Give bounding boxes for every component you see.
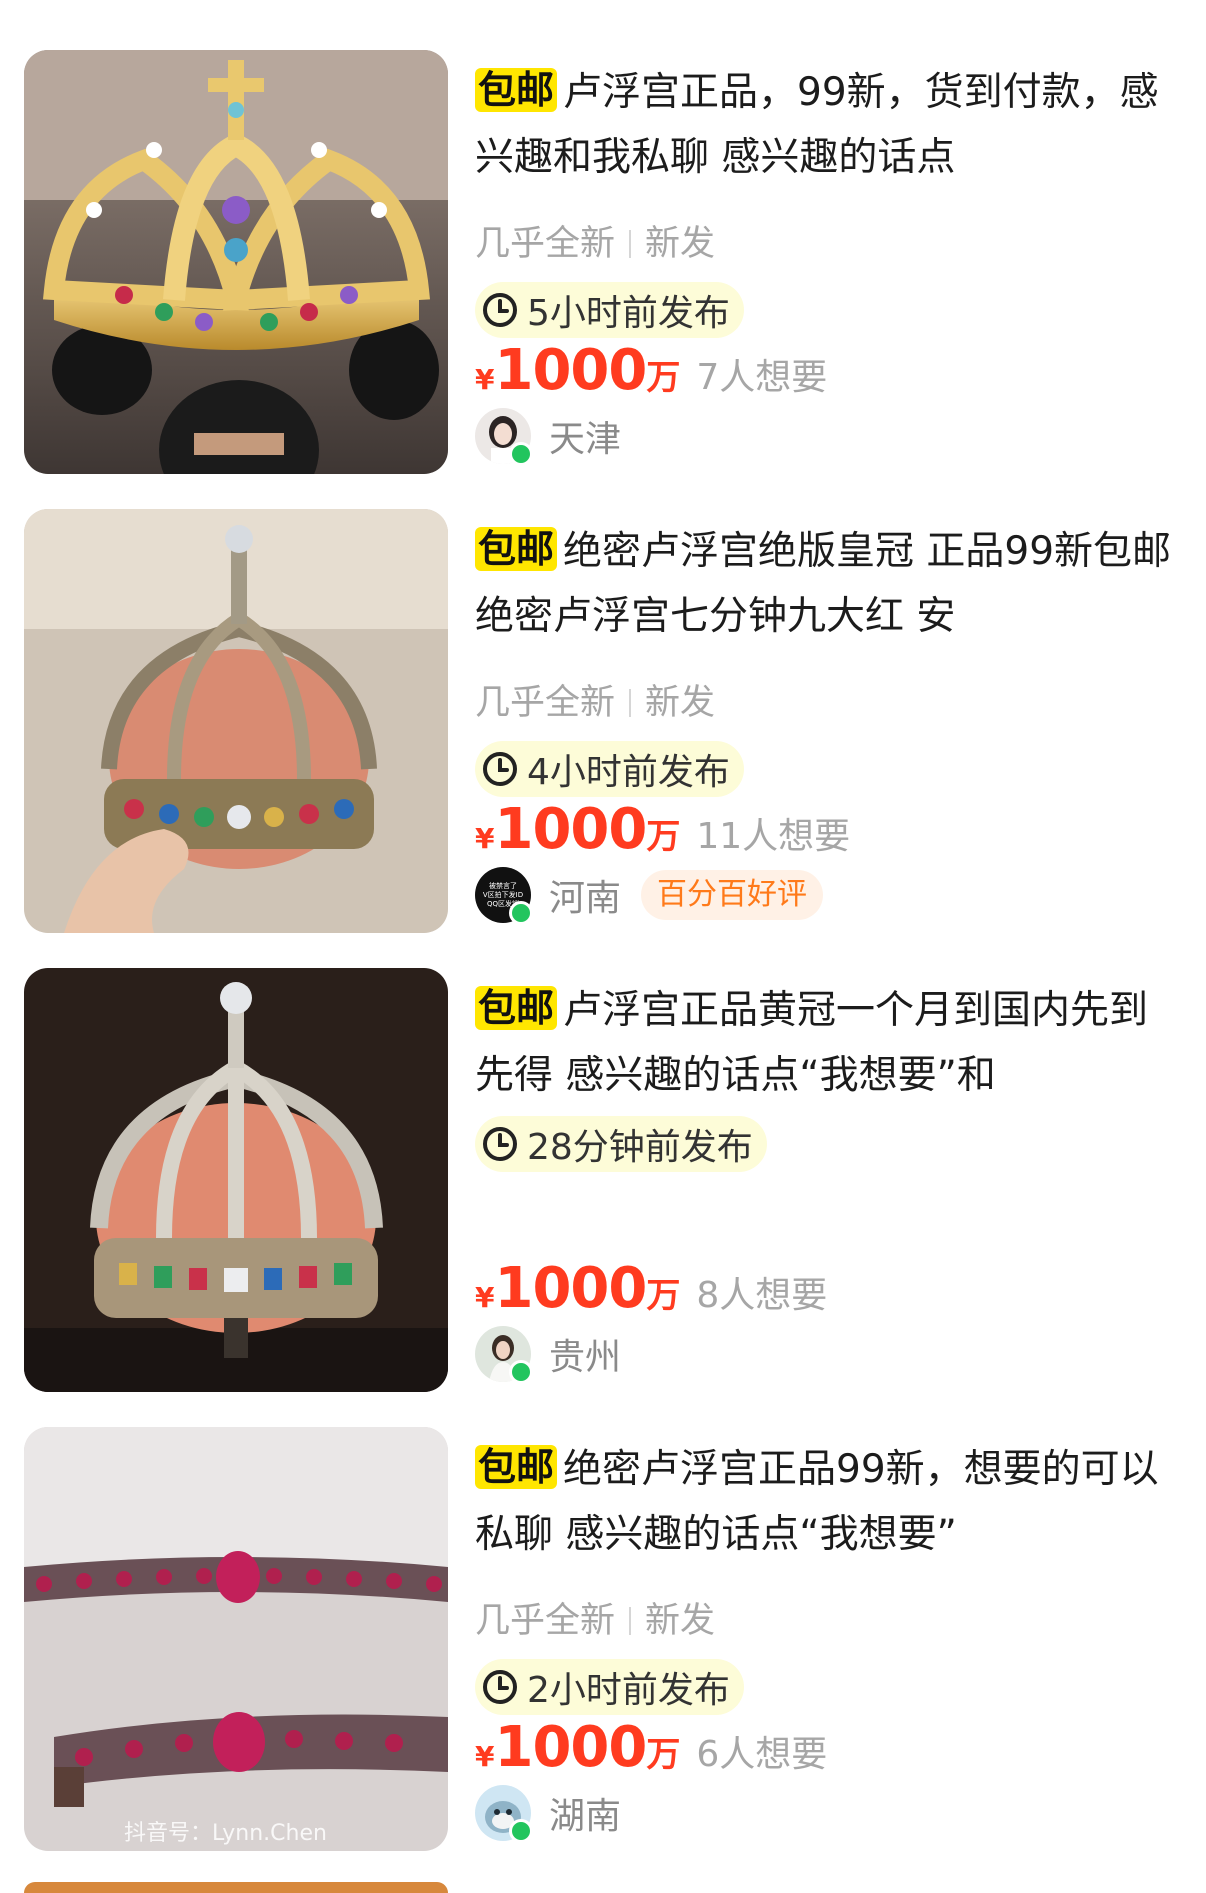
online-status-dot bbox=[509, 901, 533, 925]
posted-time-pill: 28分钟前发布 bbox=[475, 1116, 767, 1172]
online-status-dot bbox=[509, 1360, 533, 1384]
free-shipping-badge: 包邮 bbox=[475, 68, 558, 112]
want-count: 8人想要 bbox=[696, 1275, 828, 1316]
price-value: 1000 bbox=[494, 338, 647, 403]
online-status-dot bbox=[509, 1819, 533, 1843]
tag-divider bbox=[629, 689, 632, 717]
currency-symbol: ¥ bbox=[475, 1281, 495, 1314]
posted-time: 4小时前发布 bbox=[527, 752, 730, 793]
listing-image-crown-display[interactable] bbox=[24, 968, 448, 1392]
free-shipping-badge: 包邮 bbox=[475, 1445, 558, 1489]
seller-info[interactable]: 贵州 bbox=[475, 1326, 622, 1384]
listing-title-text: 卢浮宫正品黄冠一个月到国内先到先得 感兴趣的话点“我想要”和 bbox=[475, 988, 1149, 1098]
posted-time: 2小时前发布 bbox=[527, 1670, 730, 1711]
avatar[interactable]: 被禁言了 V区拍下发ID QQ区发销 bbox=[475, 867, 533, 925]
listing-title[interactable]: 包邮 卢浮宫正品，99新，货到付款，感兴趣和我私聊 感兴趣的话点 bbox=[475, 60, 1175, 190]
posted-time-pill: 2小时前发布 bbox=[475, 1659, 744, 1715]
listing-title-text: 绝密卢浮宫绝版皇冠 正品99新包邮 绝密卢浮宫七分钟九大红 安 bbox=[475, 529, 1172, 639]
shipping-tag: 新发 bbox=[645, 224, 716, 264]
want-count: 6人想要 bbox=[696, 1734, 828, 1775]
currency-symbol: ¥ bbox=[475, 822, 495, 855]
seller-info[interactable]: 天津 bbox=[475, 408, 622, 466]
clock-icon bbox=[483, 1670, 517, 1704]
price-value: 1000 bbox=[494, 797, 647, 862]
listing-image-gold-crown[interactable] bbox=[24, 50, 448, 474]
free-shipping-badge: 包邮 bbox=[475, 986, 558, 1030]
shipping-tag: 新发 bbox=[645, 1601, 716, 1641]
avatar[interactable] bbox=[475, 1785, 533, 1843]
seller-city: 天津 bbox=[549, 419, 622, 460]
free-shipping-badge: 包邮 bbox=[475, 527, 558, 571]
price-row: ¥ 1000 万 11人想要 bbox=[475, 797, 850, 862]
seller-city: 河南 bbox=[549, 878, 622, 919]
price-value: 1000 bbox=[494, 1256, 647, 1321]
price-unit: 万 bbox=[646, 817, 681, 857]
online-status-dot bbox=[509, 442, 533, 466]
next-listing-image-edge bbox=[24, 1882, 448, 1893]
listing-title[interactable]: 包邮 绝密卢浮宫绝版皇冠 正品99新包邮 绝密卢浮宫七分钟九大红 安 bbox=[475, 519, 1175, 649]
want-count: 7人想要 bbox=[696, 357, 828, 398]
posted-time-pill: 4小时前发布 bbox=[475, 741, 744, 797]
avatar-text-line: 被禁言了 bbox=[489, 881, 517, 890]
seller-city: 贵州 bbox=[549, 1337, 622, 1378]
price-unit: 万 bbox=[646, 1276, 681, 1316]
listing-card[interactable]: 包邮 卢浮宫正品，99新，货到付款，感兴趣和我私聊 感兴趣的话点 几乎全新 新发 … bbox=[24, 50, 1184, 474]
condition-tag: 几乎全新 bbox=[475, 224, 616, 264]
currency-symbol: ¥ bbox=[475, 363, 495, 396]
listing-card[interactable]: 包邮 卢浮宫正品黄冠一个月到国内先到先得 感兴趣的话点“我想要”和 28分钟前发布… bbox=[24, 968, 1184, 1392]
watermark: 抖音号：Lynn.Chen bbox=[124, 1821, 327, 1846]
price-row: ¥ 1000 万 6人想要 bbox=[475, 1715, 827, 1780]
clock-icon bbox=[483, 293, 517, 327]
seller-city: 湖南 bbox=[549, 1796, 622, 1837]
listing-title-text: 绝密卢浮宫正品99新，想要的可以私聊 感兴趣的话点“我想要” bbox=[475, 1447, 1159, 1557]
listing-image-bracelets[interactable]: 抖音号：Lynn.Chen bbox=[24, 1427, 448, 1851]
crown-photo bbox=[24, 50, 448, 474]
listing-image-jeweled-crown[interactable] bbox=[24, 509, 448, 933]
price-row: ¥ 1000 万 8人想要 bbox=[475, 1256, 827, 1321]
seller-info[interactable]: 湖南 bbox=[475, 1785, 622, 1843]
rating-badge: 百分百好评 bbox=[641, 870, 824, 920]
price-unit: 万 bbox=[646, 1735, 681, 1775]
posted-time: 5小时前发布 bbox=[527, 293, 730, 334]
avatar-text-line: V区拍下发ID bbox=[482, 890, 524, 899]
shipping-tag: 新发 bbox=[645, 683, 716, 723]
condition-tags: 几乎全新 新发 bbox=[475, 679, 715, 727]
tag-divider bbox=[629, 1607, 632, 1635]
bracelet-photo bbox=[24, 1427, 448, 1851]
price-unit: 万 bbox=[646, 358, 681, 398]
condition-tag: 几乎全新 bbox=[475, 683, 616, 723]
posted-time: 28分钟前发布 bbox=[527, 1127, 753, 1168]
seller-info[interactable]: 被禁言了 V区拍下发ID QQ区发销 河南 百分百好评 bbox=[475, 867, 824, 925]
condition-tags: 几乎全新 新发 bbox=[475, 220, 715, 268]
currency-symbol: ¥ bbox=[475, 1740, 495, 1773]
want-count: 11人想要 bbox=[696, 816, 851, 857]
avatar[interactable] bbox=[475, 1326, 533, 1384]
clock-icon bbox=[483, 752, 517, 786]
listing-card[interactable]: 抖音号：Lynn.Chen 包邮 绝密卢浮宫正品99新，想要的可以私聊 感兴趣的话… bbox=[24, 1427, 1184, 1851]
price-value: 1000 bbox=[494, 1715, 647, 1780]
tag-divider bbox=[629, 230, 632, 258]
posted-time-pill: 5小时前发布 bbox=[475, 282, 744, 338]
listing-title[interactable]: 包邮 绝密卢浮宫正品99新，想要的可以私聊 感兴趣的话点“我想要” bbox=[475, 1437, 1175, 1567]
condition-tags: 几乎全新 新发 bbox=[475, 1597, 715, 1645]
price-row: ¥ 1000 万 7人想要 bbox=[475, 338, 827, 403]
clock-icon bbox=[483, 1127, 517, 1161]
listing-title-text: 卢浮宫正品，99新，货到付款，感兴趣和我私聊 感兴趣的话点 bbox=[475, 70, 1159, 180]
listing-card[interactable]: 包邮 绝密卢浮宫绝版皇冠 正品99新包邮 绝密卢浮宫七分钟九大红 安 几乎全新 新… bbox=[24, 509, 1184, 933]
condition-tag: 几乎全新 bbox=[475, 1601, 616, 1641]
crown-photo bbox=[24, 509, 448, 933]
crown-photo bbox=[24, 968, 448, 1392]
avatar[interactable] bbox=[475, 408, 533, 466]
listing-title[interactable]: 包邮 卢浮宫正品黄冠一个月到国内先到先得 感兴趣的话点“我想要”和 bbox=[475, 978, 1175, 1108]
